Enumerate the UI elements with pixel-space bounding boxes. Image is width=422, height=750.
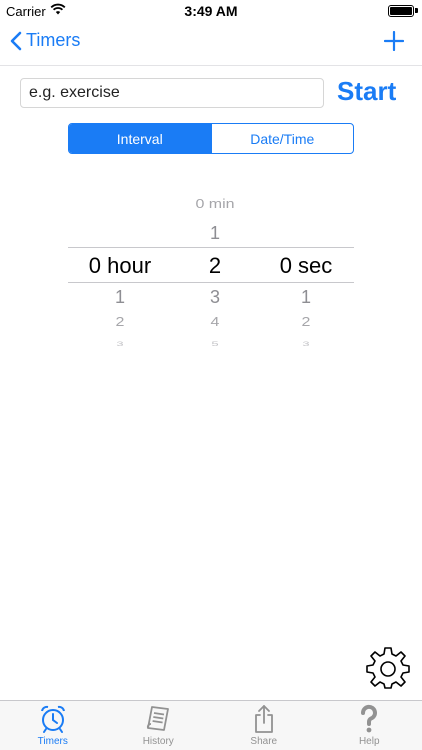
minute-option[interactable]: 5 bbox=[172, 340, 258, 348]
hour-option[interactable]: 2 bbox=[68, 316, 172, 330]
duration-picker[interactable]: 0 hour 1 2 3 0 min 1 2 3 4 5 0 sec 1 2 3 bbox=[68, 190, 354, 358]
settings-button[interactable] bbox=[365, 646, 411, 692]
tab-share[interactable]: Share bbox=[211, 701, 317, 750]
plus-icon bbox=[383, 30, 405, 52]
hour-selected[interactable]: 0 hour bbox=[68, 253, 172, 279]
back-button[interactable]: Timers bbox=[10, 30, 80, 51]
tab-history[interactable]: History bbox=[106, 701, 212, 750]
hour-column[interactable]: 0 hour 1 2 3 bbox=[68, 190, 172, 358]
minute-option[interactable]: 3 bbox=[172, 287, 258, 308]
minute-option[interactable]: 4 bbox=[172, 316, 258, 330]
minute-option[interactable]: 0 min bbox=[172, 198, 258, 212]
tab-label: History bbox=[142, 736, 174, 747]
status-time: 3:49 AM bbox=[184, 3, 238, 19]
tab-label: Timers bbox=[37, 736, 68, 747]
battery-icon bbox=[388, 5, 414, 17]
minute-column[interactable]: 0 min 1 2 3 4 5 bbox=[172, 190, 258, 358]
question-mark-icon bbox=[361, 704, 378, 733]
nav-bar: Timers bbox=[0, 22, 422, 66]
tab-help[interactable]: Help bbox=[317, 701, 422, 750]
battery-tip bbox=[415, 8, 418, 13]
add-button[interactable] bbox=[383, 30, 405, 56]
tab-bar: Timers History Share Help bbox=[0, 700, 422, 750]
second-column[interactable]: 0 sec 1 2 3 bbox=[258, 190, 354, 358]
minute-selected[interactable]: 2 bbox=[172, 253, 258, 279]
second-option[interactable]: 2 bbox=[258, 316, 354, 330]
alarm-clock-icon bbox=[40, 705, 65, 733]
status-bar: Carrier 3:49 AM bbox=[0, 0, 422, 22]
second-option[interactable]: 1 bbox=[258, 287, 354, 308]
tab-label: Help bbox=[358, 736, 380, 747]
gear-icon bbox=[366, 647, 410, 689]
scroll-icon bbox=[147, 706, 170, 731]
share-icon bbox=[254, 705, 273, 733]
back-label: Timers bbox=[26, 30, 81, 50]
segment-date-time[interactable]: Date/Time bbox=[210, 124, 354, 153]
segment-interval[interactable]: Interval bbox=[69, 124, 211, 153]
tab-timers[interactable]: Timers bbox=[0, 701, 106, 750]
mode-segmented-control: Interval Date/Time bbox=[68, 123, 354, 154]
second-selected[interactable]: 0 sec bbox=[258, 253, 354, 279]
hour-option[interactable]: 3 bbox=[68, 340, 172, 348]
minute-option[interactable]: 1 bbox=[172, 223, 258, 244]
tab-label: Share bbox=[250, 736, 278, 747]
start-button[interactable]: Start bbox=[337, 76, 396, 107]
timer-name-input[interactable] bbox=[20, 78, 324, 108]
second-option[interactable]: 3 bbox=[258, 340, 354, 348]
chevron-left-icon bbox=[10, 31, 22, 50]
hour-option[interactable]: 1 bbox=[68, 287, 172, 308]
